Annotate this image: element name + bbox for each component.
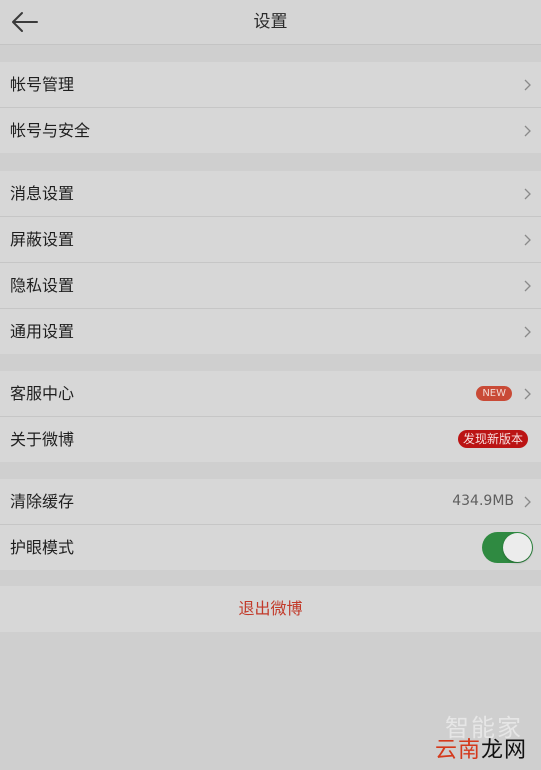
watermark: 智能家 云南龙网	[401, 708, 531, 763]
row-label: 清除缓存	[10, 492, 75, 511]
update-badge: 发现新版本	[457, 430, 528, 448]
watermark-line2-b: 龙网	[480, 738, 527, 763]
settings-row-about[interactable]: 关于微博 发现新版本	[0, 417, 541, 462]
row-label: 消息设置	[10, 184, 75, 203]
chevron-right-icon	[524, 496, 531, 508]
chevron-right-icon	[524, 280, 531, 292]
row-label: 屏蔽设置	[10, 230, 75, 249]
row-label: 帐号与安全	[10, 121, 91, 140]
row-label: 隐私设置	[10, 276, 75, 295]
new-badge: NEW	[476, 386, 512, 401]
account-group: 帐号管理 帐号与安全	[0, 62, 541, 153]
settings-row-message[interactable]: 消息设置	[0, 171, 541, 217]
nav-bar: 设置	[0, 0, 541, 45]
chevron-right-icon	[524, 125, 531, 137]
support-group: 客服中心 NEW 关于微博 发现新版本	[0, 371, 541, 462]
row-label: 护眼模式	[10, 538, 75, 557]
storage-group: 清除缓存 434.9MB 护眼模式	[0, 479, 541, 570]
settings-row-customer-service[interactable]: 客服中心 NEW	[0, 371, 541, 417]
settings-row-account-management[interactable]: 帐号管理	[0, 62, 541, 108]
chevron-right-icon	[524, 234, 531, 246]
settings-row-account-security[interactable]: 帐号与安全	[0, 108, 541, 153]
row-label: 客服中心	[10, 384, 75, 403]
settings-row-general[interactable]: 通用设置	[0, 309, 541, 354]
chevron-right-icon	[524, 326, 531, 338]
chevron-right-icon	[524, 79, 531, 91]
page-title: 设置	[253, 12, 288, 32]
chevron-right-icon	[524, 388, 531, 400]
cache-size-value: 434.9MB	[452, 493, 514, 509]
watermark-line1: 智能家	[445, 714, 523, 742]
row-label: 关于微博	[10, 430, 75, 449]
row-label: 帐号管理	[10, 75, 75, 94]
settings-row-block[interactable]: 屏蔽设置	[0, 217, 541, 263]
eye-care-toggle[interactable]	[482, 532, 533, 563]
settings-row-clear-cache[interactable]: 清除缓存 434.9MB	[0, 479, 541, 525]
logout-button[interactable]: 退出微博	[0, 586, 541, 632]
watermark-line2: 云南龙网	[435, 732, 527, 764]
chevron-right-icon	[524, 188, 531, 200]
row-label: 通用设置	[10, 322, 75, 341]
preferences-group: 消息设置 屏蔽设置 隐私设置 通用设置	[0, 171, 541, 354]
toggle-knob	[503, 533, 532, 562]
settings-row-eye-care: 护眼模式	[0, 525, 541, 570]
settings-row-privacy[interactable]: 隐私设置	[0, 263, 541, 309]
watermark-line2-a: 云南	[434, 738, 481, 763]
